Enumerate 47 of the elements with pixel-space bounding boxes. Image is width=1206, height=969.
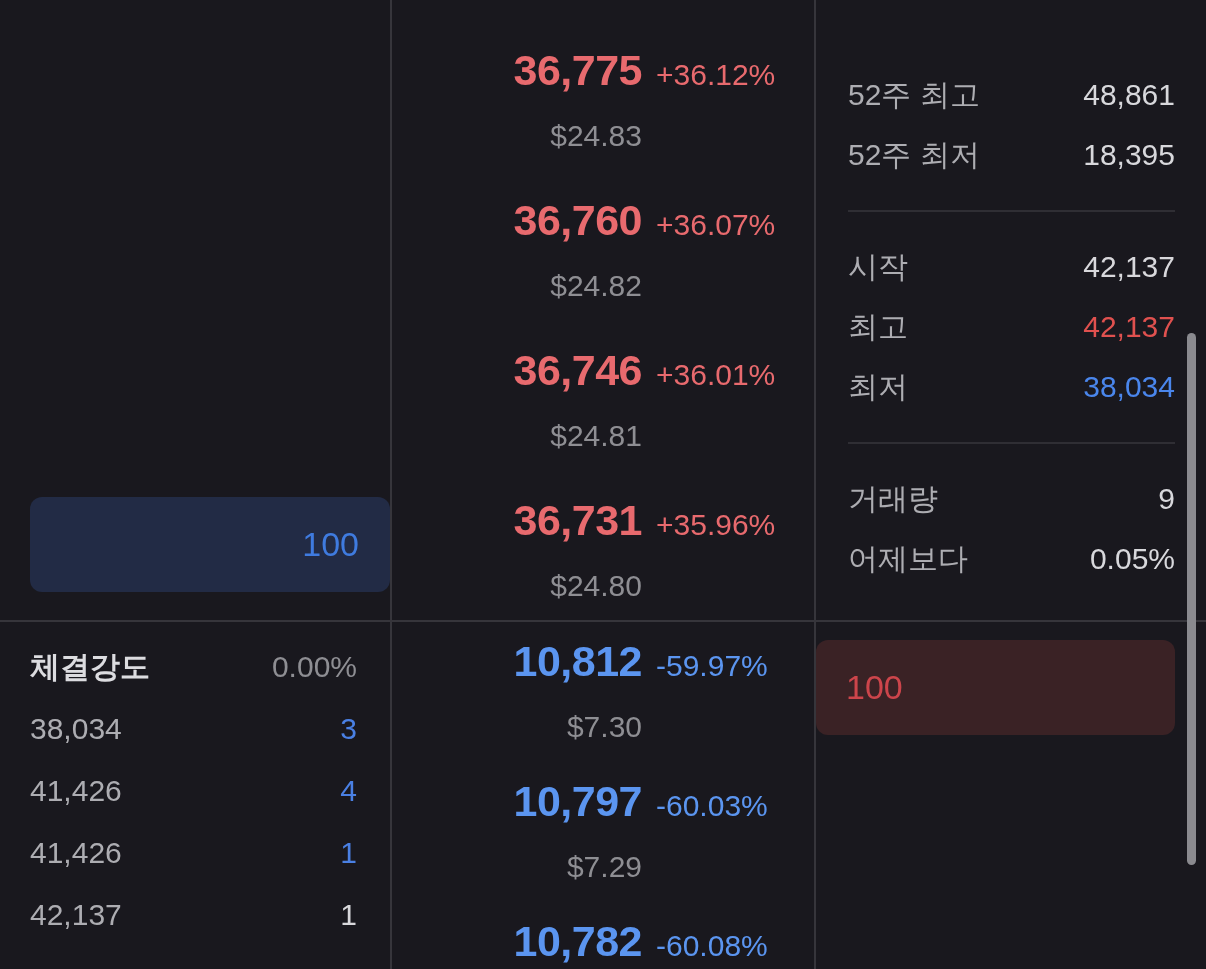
stat-label: 어제보다 — [848, 540, 968, 577]
bid-price: 10,812 — [513, 636, 642, 687]
trade-strength-value: 0.00% — [271, 650, 357, 684]
stat-value: 0.05% — [1089, 542, 1175, 576]
quantity-bar: 100 — [30, 497, 390, 592]
stat-label: 최고 — [848, 308, 908, 345]
trade-price: 41,426 — [30, 774, 122, 808]
ask-price: 36,760 — [513, 195, 642, 246]
stat-value: 18,395 — [1083, 138, 1175, 172]
ask-price: 36,746 — [513, 345, 642, 396]
bid-change: -60.03% — [656, 788, 769, 824]
stat-value: 9 — [1158, 482, 1175, 516]
usd-price: $7.30 — [566, 709, 642, 745]
trade-price: 41,426 — [30, 836, 122, 870]
bid-change: -60.08% — [656, 928, 769, 964]
usd-price: $24.80 — [550, 568, 642, 604]
bid-change: -59.97% — [656, 648, 769, 684]
usd-price: $7.29 — [566, 849, 642, 885]
trade-quantity: 4 — [340, 774, 357, 808]
trade-price: 38,034 — [30, 712, 122, 746]
ask-change: +36.01% — [656, 357, 777, 393]
stat-value: 48,861 — [1083, 78, 1175, 112]
trade-price: 42,137 — [30, 898, 122, 932]
ask-price: 36,775 — [513, 45, 642, 96]
ask-change: +36.12% — [656, 57, 777, 93]
trade-quantity: 1 — [340, 898, 357, 932]
bid-price: 10,782 — [513, 916, 642, 967]
scrollbar-thumb[interactable] — [1187, 333, 1196, 865]
stat-value: 42,137 — [1083, 250, 1175, 284]
stat-label: 52주 최고 — [848, 76, 980, 113]
stat-label: 52주 최저 — [848, 136, 980, 173]
stat-label: 최저 — [848, 368, 908, 405]
stat-label: 거래량 — [848, 480, 938, 517]
trade-strength-label: 체결강도 — [30, 648, 150, 685]
usd-price: $24.81 — [550, 418, 642, 454]
quantity-bar: 100 — [816, 640, 1175, 735]
ask-price: 36,731 — [513, 495, 642, 546]
stat-value: 38,034 — [1083, 370, 1175, 404]
stat-label: 시작 — [848, 248, 908, 285]
trade-quantity: 1 — [340, 836, 357, 870]
trade-quantity: 3 — [340, 712, 357, 746]
bid-price: 10,797 — [513, 776, 642, 827]
ask-change: +35.96% — [656, 507, 777, 543]
stat-value: 42,137 — [1083, 310, 1175, 344]
ask-change: +36.07% — [656, 207, 777, 243]
usd-price: $24.82 — [550, 268, 642, 304]
usd-price: $24.83 — [550, 118, 642, 154]
